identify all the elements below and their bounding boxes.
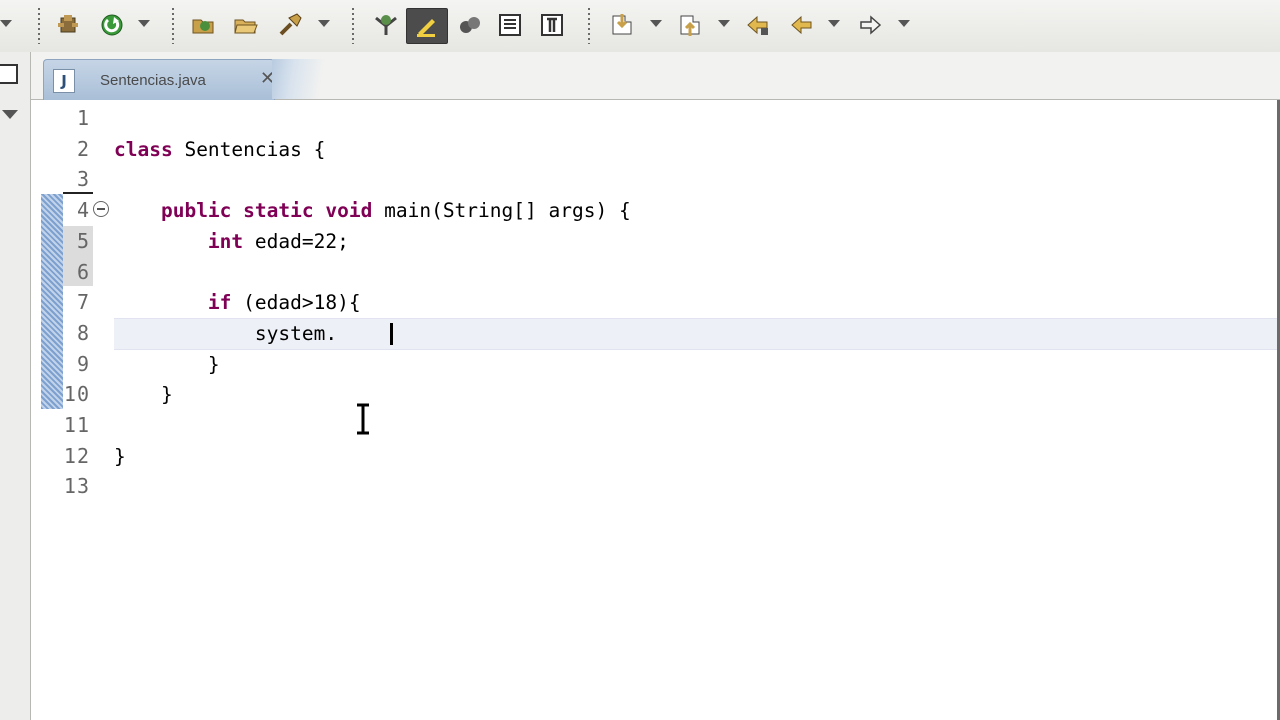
run-icon[interactable] bbox=[98, 10, 126, 40]
line-number: 13 bbox=[63, 474, 90, 499]
forward-dropdown-arrow[interactable] bbox=[898, 20, 910, 27]
line-number: 1 bbox=[76, 106, 90, 130]
prev-annotation-dropdown[interactable] bbox=[718, 20, 730, 27]
open-type-icon[interactable] bbox=[190, 10, 218, 40]
toolbar-separator bbox=[352, 8, 354, 44]
run-dropdown-arrow[interactable] bbox=[138, 20, 150, 27]
forward-icon[interactable] bbox=[856, 10, 884, 40]
back-dropdown-arrow[interactable] bbox=[828, 20, 840, 27]
java-file-icon: J bbox=[53, 69, 75, 93]
open-folder-icon[interactable] bbox=[232, 10, 260, 40]
ibeam-cursor-icon bbox=[357, 403, 369, 435]
code-line[interactable]: } bbox=[114, 445, 126, 468]
fold-marker-line bbox=[63, 192, 93, 194]
code-line[interactable]: if (edad>18){ bbox=[114, 291, 361, 314]
line-number: 5 bbox=[76, 228, 90, 253]
line-number: 4 bbox=[76, 198, 90, 223]
block-selection-icon[interactable] bbox=[538, 10, 566, 40]
line-number: 10 bbox=[63, 382, 90, 407]
line-number: 8 bbox=[76, 320, 90, 345]
prev-annotation-icon[interactable] bbox=[676, 10, 704, 40]
toolbar-dropdown-arrow[interactable] bbox=[0, 20, 12, 27]
code-line[interactable]: } bbox=[114, 383, 173, 406]
line-number: 11 bbox=[63, 413, 90, 437]
line-number: 3 bbox=[76, 167, 90, 192]
next-annotation-icon[interactable] bbox=[608, 10, 636, 40]
line-number: 2 bbox=[76, 136, 90, 161]
code-line[interactable]: int edad=22; bbox=[114, 230, 349, 253]
line-number: 6 bbox=[76, 259, 90, 284]
tab-label: Sentencias.java bbox=[100, 72, 206, 89]
search-dropdown-arrow[interactable] bbox=[318, 20, 330, 27]
code-editor[interactable] bbox=[31, 100, 1280, 720]
last-edit-icon[interactable] bbox=[744, 10, 772, 40]
back-icon[interactable] bbox=[788, 10, 816, 40]
code-line[interactable]: class Sentencias { bbox=[114, 138, 325, 161]
task-icon[interactable] bbox=[372, 10, 400, 40]
toolbar-separator bbox=[38, 8, 40, 44]
restore-view-icon[interactable] bbox=[0, 64, 18, 84]
show-whitespace-icon[interactable] bbox=[496, 10, 524, 40]
search-icon[interactable] bbox=[276, 10, 304, 40]
code-line[interactable]: } bbox=[114, 353, 220, 376]
tab-decoration bbox=[272, 59, 332, 99]
line-number: 7 bbox=[76, 290, 90, 315]
tab-sentencias-java[interactable]: J Sentencias.java ✕ bbox=[43, 59, 275, 100]
fold-collapse-icon[interactable] bbox=[93, 201, 109, 217]
code-line[interactable]: public static void main(String[] args) { bbox=[114, 199, 631, 222]
toolbar-separator bbox=[588, 8, 590, 44]
editor-tab-bar: J Sentencias.java ✕ bbox=[31, 52, 1280, 100]
code-line[interactable]: system. bbox=[114, 322, 337, 345]
main-toolbar bbox=[0, 0, 1280, 53]
line-number: 9 bbox=[76, 351, 90, 376]
toolbar-separator bbox=[172, 8, 174, 44]
next-annotation-dropdown[interactable] bbox=[650, 20, 662, 27]
plugin-icon[interactable] bbox=[456, 10, 484, 40]
new-class-icon[interactable] bbox=[54, 10, 82, 40]
text-caret bbox=[390, 323, 393, 345]
line-number: 12 bbox=[63, 443, 90, 468]
highlight-icon[interactable] bbox=[406, 8, 448, 44]
